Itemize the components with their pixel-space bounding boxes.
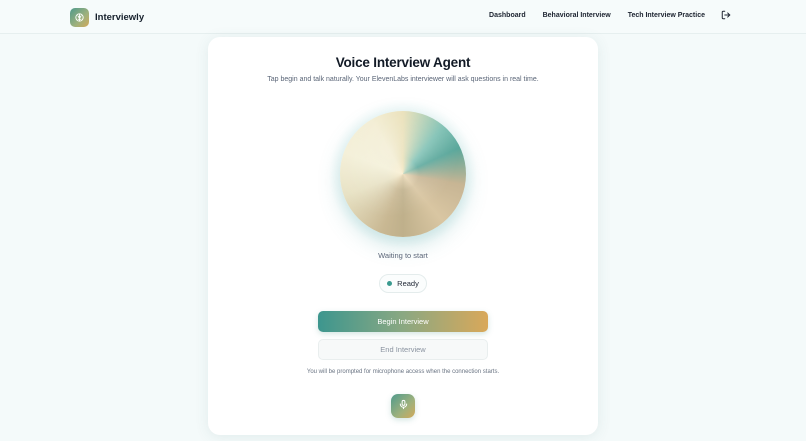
- status-dot-icon: [387, 281, 393, 286]
- end-interview-button[interactable]: End Interview: [318, 339, 488, 360]
- nav-link-behavioral-interview[interactable]: Behavioral Interview: [543, 12, 611, 19]
- connection-status-text: Waiting to start: [378, 251, 428, 260]
- microphone-hint-text: You will be prompted for microphone acce…: [306, 369, 500, 375]
- nav-link-dashboard[interactable]: Dashboard: [489, 12, 526, 19]
- status-badge-label: Ready: [397, 279, 419, 288]
- page-title: Voice Interview Agent: [335, 55, 471, 70]
- voice-agent-card: Voice Interview Agent Tap begin and talk…: [208, 37, 598, 435]
- top-navigation-bar: Interviewly Dashboard Behavioral Intervi…: [0, 0, 806, 34]
- microphone-button[interactable]: [391, 394, 415, 418]
- begin-interview-button[interactable]: Begin Interview: [318, 311, 488, 332]
- brain-icon: [70, 7, 89, 27]
- microphone-icon: [398, 397, 409, 415]
- logout-icon[interactable]: [721, 10, 731, 20]
- nav-link-tech-interview-practice[interactable]: Tech Interview Practice: [628, 12, 705, 19]
- brand-logo-link[interactable]: Interviewly: [70, 7, 144, 27]
- voice-orb: [340, 111, 466, 237]
- status-badge: Ready: [379, 274, 427, 293]
- brand-name: Interviewly: [95, 11, 145, 23]
- page-subtitle: Tap begin and talk naturally. Your Eleve…: [267, 76, 539, 83]
- main-nav: Dashboard Behavioral Interview Tech Inte…: [489, 10, 731, 20]
